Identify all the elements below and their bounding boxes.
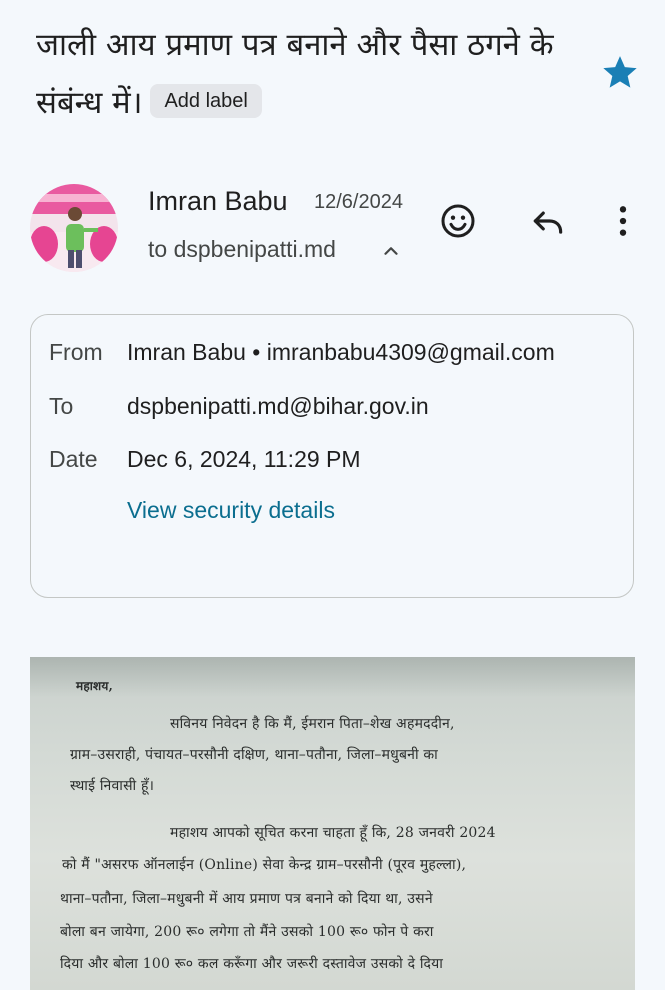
- letter-line: थाना–पतौना, जिला–मधुबनी में आय प्रमाण पत…: [60, 891, 433, 907]
- smiley-icon: [441, 204, 475, 238]
- letter-line: बोला बन जायेगा, 200 रू० लगेगा तो मैंने उ…: [60, 924, 434, 940]
- add-reaction-button[interactable]: [435, 198, 481, 244]
- letter-line: दिया और बोला 100 रू० कल करूँगा और जरूरी …: [60, 956, 444, 972]
- recipient-summary[interactable]: to dspbenipatti.md: [148, 236, 336, 263]
- paper-shadow: [30, 657, 635, 697]
- reply-button[interactable]: [525, 198, 571, 244]
- star-icon[interactable]: [600, 52, 640, 92]
- letter-line: ग्राम–उसराही, पंचायत–परसौनी दक्षिण, थाना…: [70, 747, 438, 763]
- more-vert-icon: [619, 206, 627, 236]
- letter-salutation: महाशय,: [76, 679, 113, 693]
- email-subject: जाली आय प्रमाण पत्र बनाने और पैसा ठगने क…: [36, 16, 596, 132]
- letter-line: महाशय आपको सूचित करना चाहता हूँ कि, 28 ज…: [170, 825, 496, 841]
- letter-image-attachment[interactable]: महाशय, सविनय निवेदन है कि मैं, ईमरान पित…: [30, 657, 635, 990]
- to-label: To: [49, 393, 74, 419]
- date-label: Date: [49, 446, 98, 472]
- reply-icon: [533, 211, 563, 234]
- date-value: Dec 6, 2024, 11:29 PM: [127, 446, 361, 472]
- sender-name[interactable]: Imran Babu: [148, 186, 288, 217]
- sender-avatar[interactable]: [30, 184, 118, 272]
- view-security-details-link[interactable]: View security details: [127, 497, 335, 524]
- from-label: From: [49, 339, 103, 365]
- sender-date: 12/6/2024: [314, 191, 403, 213]
- message-details-card: From Imran Babu • imranbabu4309@gmail.co…: [30, 314, 634, 598]
- to-value: dspbenipatti.md@bihar.gov.in: [127, 393, 429, 419]
- more-options-button[interactable]: [600, 198, 646, 244]
- subject-text: जाली आय प्रमाण पत्र बनाने और पैसा ठगने क…: [36, 27, 554, 121]
- letter-line: स्थाई निवासी हूँ।: [70, 778, 155, 794]
- letter-line: को मैं "असरफ ऑनलाईन (Online) सेवा केन्द्…: [62, 857, 467, 873]
- chevron-up-icon[interactable]: [380, 240, 402, 262]
- add-label-button[interactable]: Add label: [150, 83, 262, 118]
- letter-line: सविनय निवेदन है कि मैं, ईमरान पिता–शेख अ…: [170, 716, 455, 732]
- from-value: Imran Babu • imranbabu4309@gmail.com: [127, 339, 555, 365]
